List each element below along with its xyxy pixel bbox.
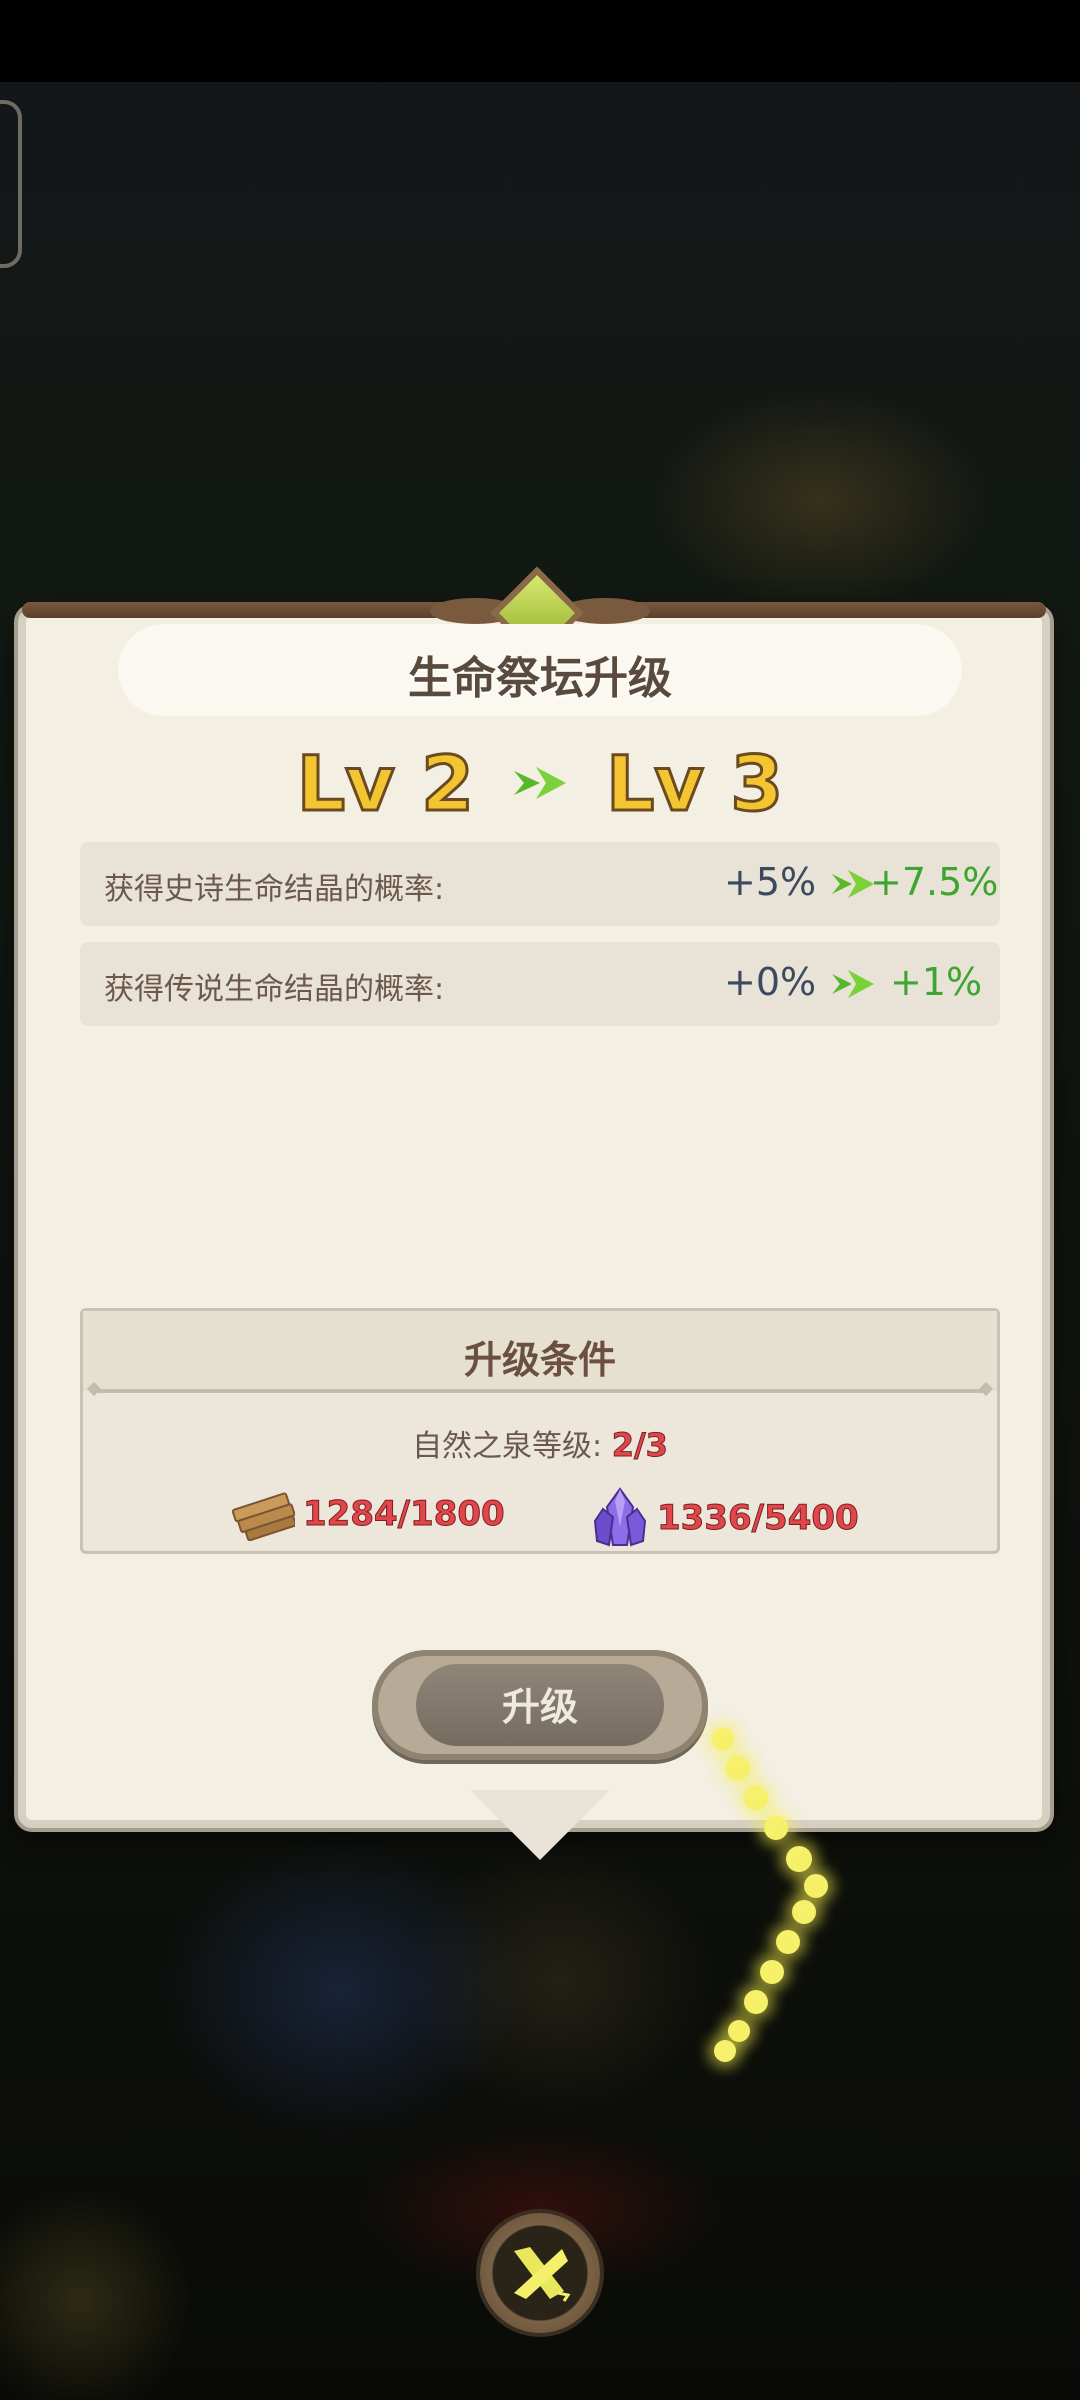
building-requirement: 自然之泉等级: 2/3 <box>83 1421 997 1465</box>
stat-label: 获得史诗生命结晶的概率: <box>104 872 445 907</box>
stat-old-value: +5% <box>724 860 817 904</box>
level-to: Lv 3 <box>604 737 784 829</box>
stat-row-epic: 获得史诗生命结晶的概率: +5% +7.5% <box>80 842 1000 926</box>
stat-old-value: +0% <box>724 960 817 1004</box>
stat-row-legendary: 获得传说生命结晶的概率: +0% +1% <box>80 942 1000 1026</box>
background-frame-edge <box>0 100 22 268</box>
resource-wood: 1284/1800 <box>231 1487 505 1541</box>
arrow-right-icon <box>514 767 566 799</box>
upgrade-requirements: 升级条件 自然之泉等级: 2/3 1284/1800 1336/5400 <box>80 1308 1000 1554</box>
dialog-title: 生命祭坛升级 <box>408 653 672 704</box>
level-from: Lv 2 <box>295 737 475 829</box>
divider <box>93 1389 987 1393</box>
status-bar <box>0 0 1080 82</box>
wood-planks-icon <box>231 1492 295 1541</box>
resource-crystal: 1336/5400 <box>591 1487 859 1549</box>
crystal-amount: 1336/5400 <box>657 1498 860 1539</box>
close-button[interactable] <box>480 2213 600 2333</box>
requirements-title: 升级条件 <box>463 1338 616 1382</box>
arrow-right-icon <box>832 970 874 998</box>
purple-crystal-icon <box>593 1487 647 1547</box>
wood-amount: 1284/1800 <box>303 1494 506 1535</box>
close-icon <box>514 2247 571 2302</box>
stat-label: 获得传说生命结晶的概率: <box>104 972 445 1007</box>
upgrade-button-label: 升级 <box>501 1685 578 1729</box>
stat-new-value: +7.5% <box>870 860 999 904</box>
level-change-row: Lv 2 Lv 3 <box>0 737 1080 829</box>
building-requirement-progress: 2/3 <box>611 1426 668 1465</box>
upgrade-button[interactable]: 升级 <box>372 1650 708 1760</box>
building-requirement-label: 自然之泉等级: <box>412 1429 603 1464</box>
game-screen: 生命祭坛升级 Lv 2 Lv 3 获得史诗生命结晶的概率: +5% +7.5% … <box>0 0 1080 2400</box>
stat-new-value: +1% <box>890 960 983 1004</box>
